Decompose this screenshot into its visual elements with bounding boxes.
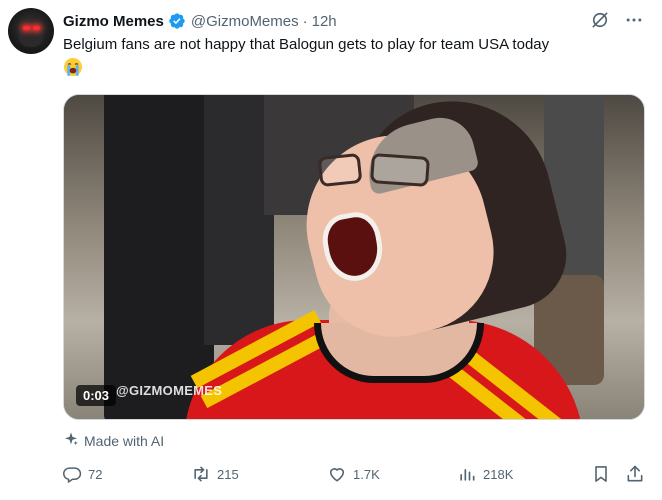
repost-count: 215 xyxy=(217,466,239,482)
made-with-ai-text: Made with AI xyxy=(84,432,165,449)
separator-dot: · xyxy=(302,12,308,30)
more-icon[interactable] xyxy=(624,10,644,30)
views-icon xyxy=(457,464,477,484)
avatar-head xyxy=(19,17,43,47)
share-icon xyxy=(625,464,645,484)
views-button[interactable]: 218K xyxy=(457,464,513,484)
bookmark-icon xyxy=(591,464,611,484)
reply-button[interactable]: 72 xyxy=(63,464,102,484)
heart-icon xyxy=(327,464,347,484)
repost-icon xyxy=(191,464,211,484)
timestamp[interactable]: 12h xyxy=(312,13,337,30)
share-button[interactable] xyxy=(625,464,645,484)
video-timecode: 0:03 xyxy=(76,385,117,406)
top-actions xyxy=(590,10,644,30)
avatar[interactable] xyxy=(8,8,54,54)
reply-count: 72 xyxy=(88,466,103,482)
video-glasses xyxy=(317,152,449,191)
video-watermark: @GIZMOMEMES xyxy=(116,383,223,398)
tweet-text: Belgium fans are not happy that Balogun … xyxy=(63,36,550,53)
tweet-header: Gizmo Memes @GizmoMemes · 12h xyxy=(63,10,337,32)
avatar-eye-right xyxy=(33,26,40,30)
like-button[interactable]: 1.7K xyxy=(327,464,380,484)
author-handle[interactable]: @GizmoMemes xyxy=(191,13,299,30)
sparkle-icon xyxy=(63,431,79,450)
bookmark-button[interactable] xyxy=(591,464,611,484)
video-player[interactable]: @GIZMOMEMES 0:03 xyxy=(63,94,645,420)
grok-icon[interactable] xyxy=(590,10,610,30)
reply-icon xyxy=(63,465,82,484)
avatar-eye-left xyxy=(23,26,30,30)
made-with-ai-label[interactable]: Made with AI xyxy=(63,431,164,450)
loudly-crying-face-icon xyxy=(63,57,83,77)
views-count: 218K xyxy=(483,466,514,482)
glasses-lens xyxy=(370,153,430,187)
like-count: 1.7K xyxy=(353,466,380,482)
glasses-lens xyxy=(317,152,363,188)
tweet-actions: 72 215 1.7K 218K xyxy=(63,464,648,484)
repost-button[interactable]: 215 xyxy=(191,464,239,484)
author-name[interactable]: Gizmo Memes xyxy=(63,13,164,30)
verified-badge-icon xyxy=(168,12,186,30)
